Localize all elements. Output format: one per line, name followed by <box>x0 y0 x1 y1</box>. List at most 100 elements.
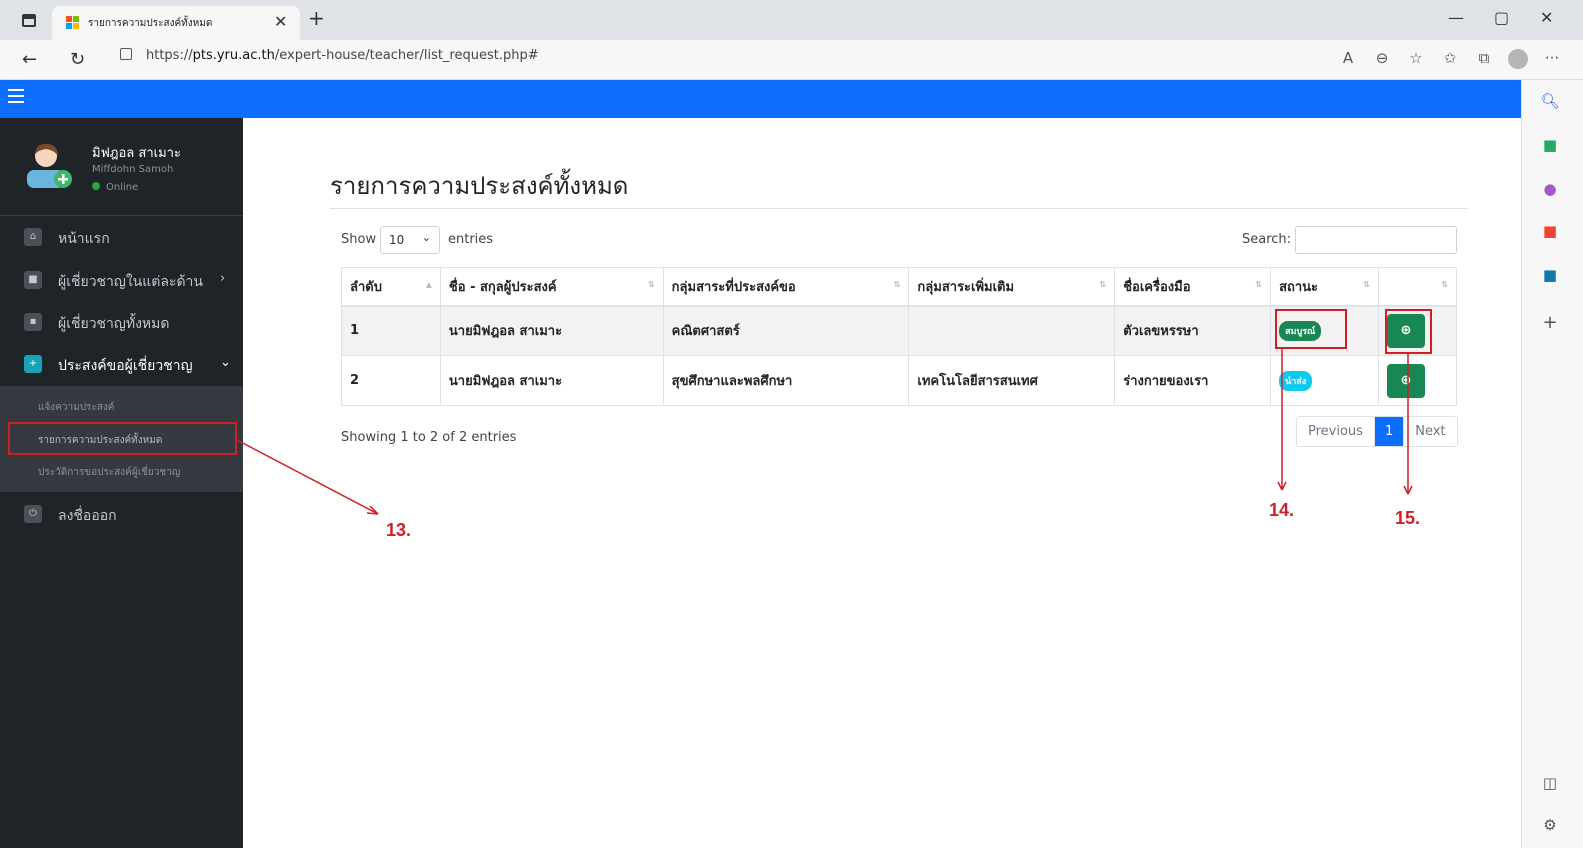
sidebar-item-label: ผู้เชี่ยวชาญทั้งหมด <box>58 316 170 332</box>
home-icon: ⌂ <box>24 228 42 246</box>
sort-icon: ⇅ <box>1441 280 1448 289</box>
column-header-action[interactable]: ⇅ <box>1377 267 1458 307</box>
annotation-14: 14. <box>1269 500 1295 520</box>
chevron-right-icon: › <box>220 271 226 286</box>
edge-sidebar: 🔍︎ ■ ● ■ ■ + ◫ ⚙ <box>1521 80 1583 848</box>
favorite-add-icon[interactable]: ☆ <box>1399 49 1433 69</box>
arrowhead-14 <box>1277 481 1287 491</box>
shopping-icon[interactable]: ■ <box>1540 136 1560 154</box>
cell-tool: ตัวเลขหรรษา <box>1114 305 1272 356</box>
arrowhead-13 <box>366 505 379 515</box>
url-field[interactable]: https://pts.yru.ac.th/expert-house/teach… <box>120 48 539 63</box>
tab-close-icon[interactable]: ✕ <box>274 12 287 31</box>
page-length-value: 10 <box>389 233 405 247</box>
chevron-down-icon: ⌄ <box>421 231 431 244</box>
restore-icon[interactable]: ▢ <box>1494 8 1509 27</box>
column-header-label: ลำดับ <box>350 279 382 295</box>
arrow-13 <box>236 439 379 515</box>
browser-tab[interactable]: รายการความประสงค์ทั้งหมด ✕ <box>52 6 300 40</box>
sidebar-item-label: ประสงค์ขอผู้เชี่ยวชาญ <box>58 358 193 374</box>
lock-icon[interactable] <box>120 48 132 60</box>
sidebar-item-label: ลงชื่อออก <box>58 508 117 524</box>
cell-extra-subject: เทคโนโลยีสารสนเทศ <box>908 355 1116 406</box>
menu-toggle-icon[interactable] <box>8 89 24 103</box>
sidebar: มิฟฎอล สาเมาะ Miffdohn Samoh Online ⌂ หน… <box>0 118 243 848</box>
title-divider <box>330 208 1468 209</box>
previous-page-button[interactable]: Previous <box>1297 417 1374 446</box>
column-header-status[interactable]: สถานะ ⇅ <box>1270 267 1379 307</box>
people-icon[interactable]: ● <box>1540 180 1560 198</box>
more-icon[interactable]: ··· <box>1535 49 1569 69</box>
table-header-row: ลำดับ ▲ ชื่อ - สกุลผู้ประสงค์ ⇅ กลุ่มสาระท… <box>341 267 1458 307</box>
settings-icon[interactable]: ⚙ <box>1540 816 1560 834</box>
refresh-icon[interactable]: ↻ <box>70 49 85 70</box>
page-length-select[interactable]: 10 ⌄ <box>380 226 440 254</box>
tab-title: รายการความประสงค์ทั้งหมด <box>88 18 213 29</box>
status-badge: นำส่ง <box>1279 370 1313 391</box>
cell-tool: ร่างกายของเรา <box>1114 355 1272 406</box>
search-label: Search: <box>1242 232 1292 247</box>
online-dot-icon <box>92 182 100 190</box>
read-aloud-icon[interactable]: A <box>1331 49 1365 69</box>
show-label: Show <box>341 232 377 247</box>
sidebar-item-request-expert[interactable]: + ประสงค์ขอผู้เชี่ยวชาญ ⌄ <box>0 344 243 384</box>
column-header-subject[interactable]: กลุ่มสาระที่ประสงค์ขอ ⇅ <box>662 267 910 307</box>
sidebar-item-label: หน้าแรก <box>58 231 110 247</box>
tab-actions-icon[interactable] <box>22 14 36 27</box>
search-input[interactable] <box>1295 226 1457 254</box>
column-header-name[interactable]: ชื่อ - สกุลผู้ประสงค์ ⇅ <box>439 267 664 307</box>
sidebar-toggle-icon[interactable]: ◫ <box>1540 774 1560 792</box>
highlight-box-15 <box>1385 309 1432 354</box>
page-title: รายการความประสงค์ทั้งหมด <box>330 172 629 200</box>
sidebar-item-all-experts[interactable]: ▪ ผู้เชี่ยวชาญทั้งหมด <box>0 302 243 342</box>
address-bar: ← ↻ https://pts.yru.ac.th/expert-house/t… <box>0 40 1583 80</box>
column-header-label: สถานะ <box>1279 279 1319 295</box>
user-name[interactable]: มิฟฎอล สาเมาะ <box>92 142 181 163</box>
highlight-box-13 <box>8 422 237 455</box>
sidebar-item-experts-by-field[interactable]: ■ ผู้เชี่ยวชาญในแต่ละด้าน › <box>0 260 243 300</box>
minimize-icon[interactable]: — <box>1448 8 1464 27</box>
annotation-13: 13. <box>386 520 412 540</box>
add-icon[interactable]: + <box>1540 312 1560 333</box>
cell-action: ⊕ <box>1377 355 1458 406</box>
column-header-extra-subject[interactable]: กลุ่มสาระเพิ่มเติม ⇅ <box>908 267 1116 307</box>
view-detail-button[interactable]: ⊕ <box>1386 363 1425 398</box>
next-page-button[interactable]: Next <box>1403 417 1456 446</box>
cell-subject: คณิตศาสตร์ <box>662 305 910 356</box>
zoom-in-icon: ⊕ <box>1400 372 1412 388</box>
annotation-15: 15. <box>1395 508 1421 528</box>
column-header-label: ชื่อเครื่องมือ <box>1123 279 1191 295</box>
search-icon[interactable]: 🔍︎ <box>1540 92 1560 110</box>
favorites-icon[interactable]: ✩ <box>1433 49 1467 69</box>
chevron-down-icon: ⌄ <box>220 355 231 370</box>
sidebar-item-home[interactable]: ⌂ หน้าแรก <box>0 217 243 257</box>
outlook-icon[interactable]: ■ <box>1540 266 1560 284</box>
page-1-button[interactable]: 1 <box>1373 417 1404 446</box>
collections-icon[interactable]: ⧉ <box>1467 49 1501 69</box>
submenu-item-new-request[interactable]: แจ้งความประสงค์ <box>38 400 114 415</box>
sort-icon: ⇅ <box>1363 280 1370 289</box>
avatar-icon <box>27 143 72 188</box>
submenu-item-history[interactable]: ประวัติการขอประสงค์ผู้เชี่ยวชาญ <box>38 465 180 480</box>
column-header-tool[interactable]: ชื่อเครื่องมือ ⇅ <box>1114 267 1272 307</box>
sidebar-item-logout[interactable]: ⏻ ลงชื่อออก <box>0 494 243 534</box>
book-icon: ■ <box>24 271 42 289</box>
app-topbar <box>0 80 1521 118</box>
close-window-icon[interactable]: ✕ <box>1540 8 1553 27</box>
sort-icon: ⇅ <box>893 280 901 289</box>
column-header-no[interactable]: ลำดับ ▲ <box>341 267 441 307</box>
column-header-label: กลุ่มสาระที่ประสงค์ขอ <box>671 279 796 295</box>
back-icon[interactable]: ← <box>22 49 37 70</box>
zoom-icon[interactable]: ⊖ <box>1365 49 1399 69</box>
site-favicon-icon <box>66 16 80 30</box>
cell-no: 1 <box>341 305 441 356</box>
user-subname: Miffdohn Samoh <box>92 164 174 175</box>
sidebar-item-label: ผู้เชี่ยวชาญในแต่ละด้าน <box>58 274 203 290</box>
power-icon: ⏻ <box>24 505 42 523</box>
office-icon[interactable]: ■ <box>1540 222 1560 240</box>
cell-extra-subject <box>908 305 1116 356</box>
profile-icon[interactable] <box>1501 49 1535 69</box>
sort-icon: ⇅ <box>1255 280 1263 289</box>
new-tab-icon[interactable]: + <box>308 6 325 30</box>
table-info: Showing 1 to 2 of 2 entries <box>341 430 517 445</box>
